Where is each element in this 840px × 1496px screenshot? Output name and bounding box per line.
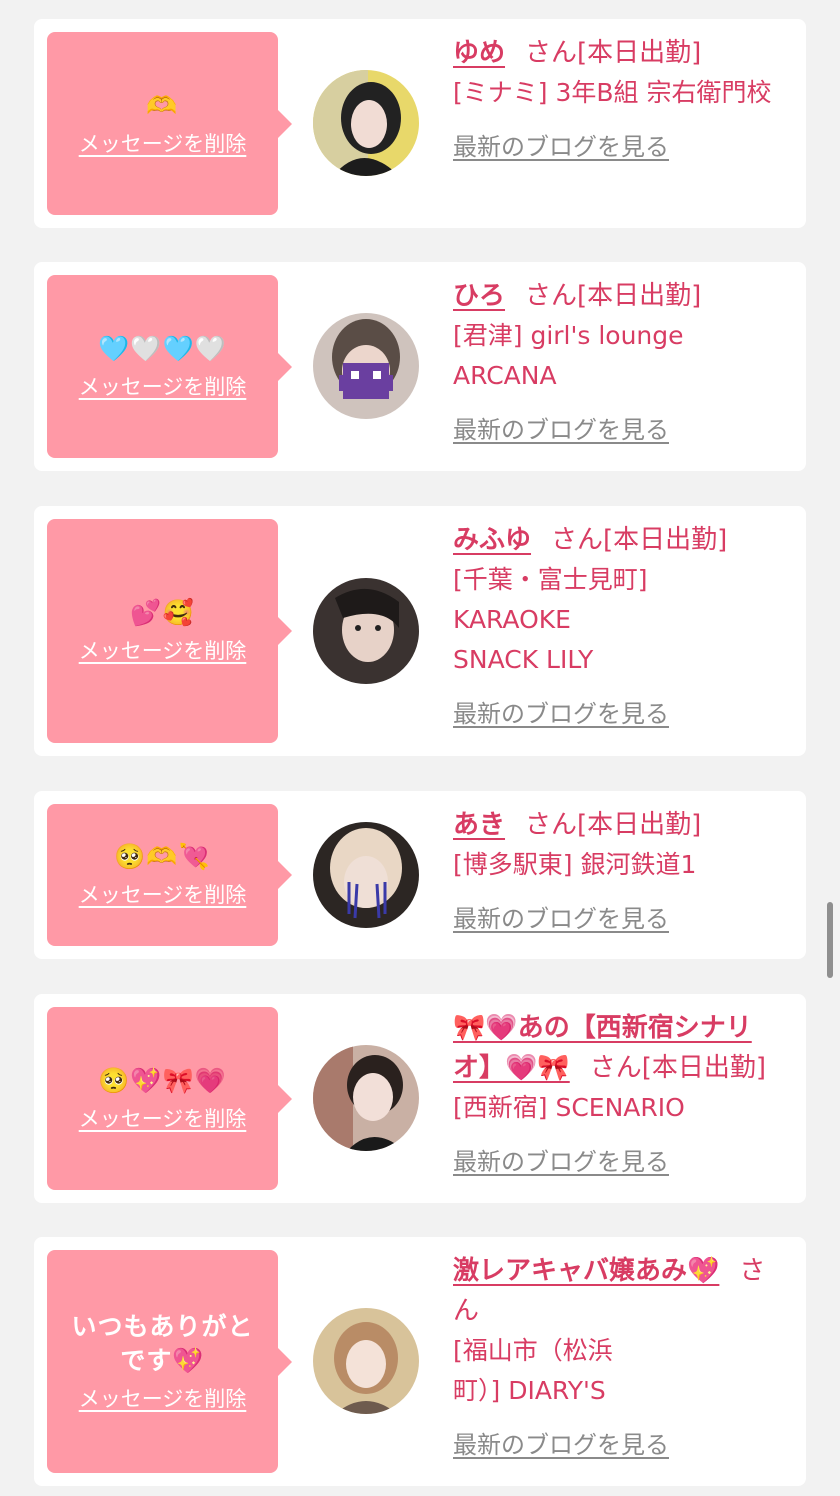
avatar[interactable] <box>313 822 419 928</box>
avatar[interactable] <box>313 313 419 419</box>
avatar[interactable] <box>313 578 419 684</box>
name-line: 🎀💗あの【西新宿シナリオ】💗🎀 さん[本日出勤] <box>453 1008 790 1088</box>
latest-blog-link[interactable]: 最新のブログを見る <box>453 1429 669 1461</box>
message-text: 🥺💖🎀💗 <box>98 1065 227 1095</box>
message-bubble: 🫶 メッセージを削除 <box>47 32 292 215</box>
cast-card: 🩵🤍🩵🤍 メッセージを削除 ひろ さん[本日出勤] [君津] girl's lou… <box>34 262 806 471</box>
message-bubble: 🥺🫶💘 メッセージを削除 <box>47 804 292 946</box>
name-line: ゆめ さん[本日出勤] <box>453 33 790 73</box>
message-text: 🫶 <box>146 90 179 120</box>
latest-blog-link[interactable]: 最新のブログを見る <box>453 1146 669 1178</box>
shop-text: [ミナミ] 3年B組 宗右衛門校 <box>453 78 772 107</box>
honorific-text: さん <box>525 810 578 840</box>
delete-message-link[interactable]: メッセージを削除 <box>79 880 247 910</box>
scrollbar[interactable] <box>827 902 833 978</box>
cast-info: 🎀💗あの【西新宿シナリオ】💗🎀 さん[本日出勤] [西新宿] SCENARIO 最… <box>453 1008 790 1178</box>
cast-info: あき さん[本日出勤] [博多駅東] 銀河鉄道1 最新のブログを見る <box>453 805 790 935</box>
shop-text: [千葉・富士見町] KARAOKE SNACK LILY <box>453 565 648 674</box>
name-line: ひろ さん[本日出勤] <box>453 276 790 316</box>
honorific-text: さん <box>525 38 578 68</box>
cast-card: いつもありがとです💖 メッセージを削除 激レアキャバ嬢あみ💖 さん [福山市（松浜… <box>34 1237 806 1486</box>
cast-name-link[interactable]: ゆめ <box>453 38 505 68</box>
cast-name-link[interactable]: あき <box>453 810 505 840</box>
cast-name-link[interactable]: 激レアキャバ嬢あみ💖 <box>453 1256 719 1286</box>
cast-info: 激レアキャバ嬢あみ💖 さん [福山市（松浜町）] DIARY'S 最新のブログを見… <box>453 1251 790 1461</box>
message-bubble: 🥺💖🎀💗 メッセージを削除 <box>47 1007 292 1190</box>
shop-text: [君津] girl's lounge ARCANA <box>453 321 684 390</box>
latest-blog-link[interactable]: 最新のブログを見る <box>453 131 669 163</box>
cast-info: みふゆ さん[本日出勤] [千葉・富士見町] KARAOKE SNACK LILY… <box>453 520 790 730</box>
delete-message-link[interactable]: メッセージを削除 <box>79 1384 247 1414</box>
status-text: [本日出勤] <box>577 281 702 311</box>
status-text: [本日出勤] <box>577 810 702 840</box>
favorites-message-list: 🫶 メッセージを削除 ゆめ さん[本日出勤] [ミナミ] 3年B組 宗右衛門校 最… <box>0 0 840 1496</box>
status-text: [本日出勤] <box>641 1053 767 1083</box>
shop-text: [博多駅東] 銀河鉄道1 <box>453 850 697 879</box>
cast-name-link[interactable]: みふゆ <box>453 525 531 555</box>
cast-card: 🫶 メッセージを削除 ゆめ さん[本日出勤] [ミナミ] 3年B組 宗右衛門校 最… <box>34 19 806 228</box>
delete-message-link[interactable]: メッセージを削除 <box>79 1104 247 1134</box>
message-text: 🩵🤍🩵🤍 <box>98 333 227 363</box>
delete-message-link[interactable]: メッセージを削除 <box>79 636 247 666</box>
honorific-text: さん <box>589 1053 642 1083</box>
shop-text: [福山市（松浜町）] DIARY'S <box>453 1336 613 1405</box>
avatar[interactable] <box>313 1045 419 1151</box>
cast-info: ゆめ さん[本日出勤] [ミナミ] 3年B組 宗右衛門校 最新のブログを見る <box>453 33 790 163</box>
cast-info: ひろ さん[本日出勤] [君津] girl's lounge ARCANA 最新の… <box>453 276 790 446</box>
latest-blog-link[interactable]: 最新のブログを見る <box>453 698 669 730</box>
status-text: [本日出勤] <box>577 38 702 68</box>
honorific-text: さん <box>525 281 578 311</box>
message-text: 💕🥰 <box>130 598 195 627</box>
message-text: いつもありがとです💖 <box>71 1311 254 1375</box>
message-text: 🥺🫶💘 <box>114 842 211 871</box>
name-line: みふゆ さん[本日出勤] <box>453 520 790 560</box>
avatar[interactable] <box>313 70 419 176</box>
delete-message-link[interactable]: メッセージを削除 <box>79 372 247 402</box>
name-line: あき さん[本日出勤] <box>453 805 790 845</box>
avatar[interactable] <box>313 1308 419 1414</box>
honorific-text: さん <box>551 525 604 555</box>
cast-card: 🥺🫶💘 メッセージを削除 あき さん[本日出勤] [博多駅東] 銀河鉄道1 最新の… <box>34 791 806 959</box>
status-text: [本日出勤] <box>603 525 728 555</box>
delete-message-link[interactable]: メッセージを削除 <box>79 129 247 159</box>
name-line: 激レアキャバ嬢あみ💖 さん <box>453 1251 790 1331</box>
latest-blog-link[interactable]: 最新のブログを見る <box>453 414 669 446</box>
message-bubble: 💕🥰 メッセージを削除 <box>47 519 292 743</box>
message-bubble: 🩵🤍🩵🤍 メッセージを削除 <box>47 275 292 458</box>
cast-name-link[interactable]: ひろ <box>453 281 505 311</box>
latest-blog-link[interactable]: 最新のブログを見る <box>453 903 669 935</box>
cast-card: 🥺💖🎀💗 メッセージを削除 🎀💗あの【西新宿シナリオ】💗🎀 さん[本日出勤] [西… <box>34 994 806 1203</box>
cast-card: 💕🥰 メッセージを削除 みふゆ さん[本日出勤] [千葉・富士見町] KARAOK… <box>34 506 806 756</box>
shop-text: [西新宿] SCENARIO <box>453 1093 685 1122</box>
message-bubble: いつもありがとです💖 メッセージを削除 <box>47 1250 292 1473</box>
